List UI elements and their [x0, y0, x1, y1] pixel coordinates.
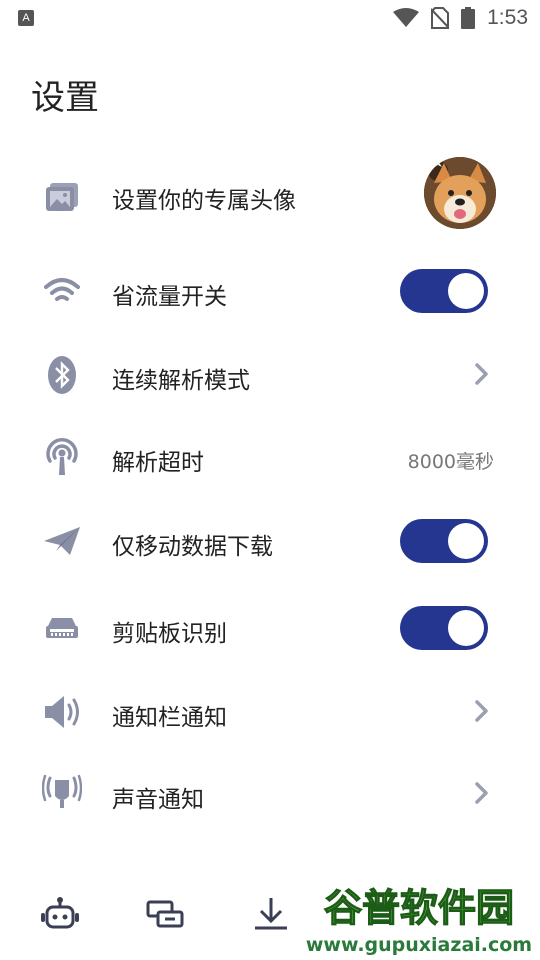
antenna-icon: [46, 438, 78, 475]
setting-data-saver[interactable]: 省流量开关: [0, 251, 540, 331]
setting-label: 设置你的专属头像: [112, 188, 296, 214]
microphone-icon: [42, 774, 82, 808]
mobile-data-toggle[interactable]: [400, 519, 488, 563]
setting-notification-bar[interactable]: 通知栏通知: [0, 672, 540, 752]
wifi-signal-icon: [393, 8, 420, 27]
setting-mobile-data-only[interactable]: 仅移动数据下载: [0, 501, 540, 581]
paper-plane-icon: [44, 527, 80, 555]
setting-parse-timeout[interactable]: 解析超时 8000毫秒: [0, 417, 540, 497]
toggle-knob: [448, 610, 484, 646]
chip-icon: [46, 618, 78, 638]
chevron-right-icon[interactable]: [470, 359, 494, 389]
bluetooth-icon: [48, 356, 76, 394]
data-saver-toggle[interactable]: [400, 269, 488, 313]
download-icon[interactable]: [251, 894, 291, 934]
clock: 1:53: [487, 6, 528, 29]
watermark-title: 谷普软件园: [324, 886, 514, 930]
setting-label: 解析超时: [112, 450, 204, 476]
no-sim-icon: [431, 7, 450, 29]
setting-sound-notification[interactable]: 声音通知: [0, 754, 540, 834]
clipboard-toggle[interactable]: [400, 606, 488, 650]
status-bar: A 1:53: [0, 0, 540, 36]
toggle-knob: [448, 523, 484, 559]
wifi-icon: [44, 278, 80, 301]
setting-label: 声音通知: [112, 787, 204, 813]
robot-icon[interactable]: [40, 894, 80, 934]
image-icon: [46, 183, 78, 211]
watermark-url: www.gupuxiazai.com: [306, 934, 532, 956]
site-watermark: 谷普软件园 www.gupuxiazai.com: [298, 873, 540, 960]
setting-label: 仅移动数据下载: [112, 534, 273, 560]
speaker-icon: [45, 696, 79, 728]
setting-avatar[interactable]: 设置你的专属头像: [0, 155, 540, 235]
timeout-value: 8000毫秒: [407, 451, 494, 473]
setting-clipboard[interactable]: 剪贴板识别: [0, 588, 540, 668]
dog-avatar-image: [424, 157, 496, 229]
page-title: 设置: [31, 78, 99, 118]
toggle-knob: [448, 273, 484, 309]
notification-icon: A: [18, 10, 34, 26]
chevron-right-icon[interactable]: [470, 696, 494, 726]
setting-continuous-parse[interactable]: 连续解析模式: [0, 335, 540, 415]
setting-label: 连续解析模式: [112, 368, 250, 394]
chevron-right-icon[interactable]: [470, 778, 494, 808]
setting-label: 省流量开关: [112, 284, 227, 310]
setting-label: 通知栏通知: [112, 705, 227, 731]
folder-icon[interactable]: [145, 894, 185, 934]
avatar[interactable]: [424, 157, 496, 229]
battery-icon: [461, 7, 476, 29]
setting-label: 剪贴板识别: [112, 621, 227, 647]
